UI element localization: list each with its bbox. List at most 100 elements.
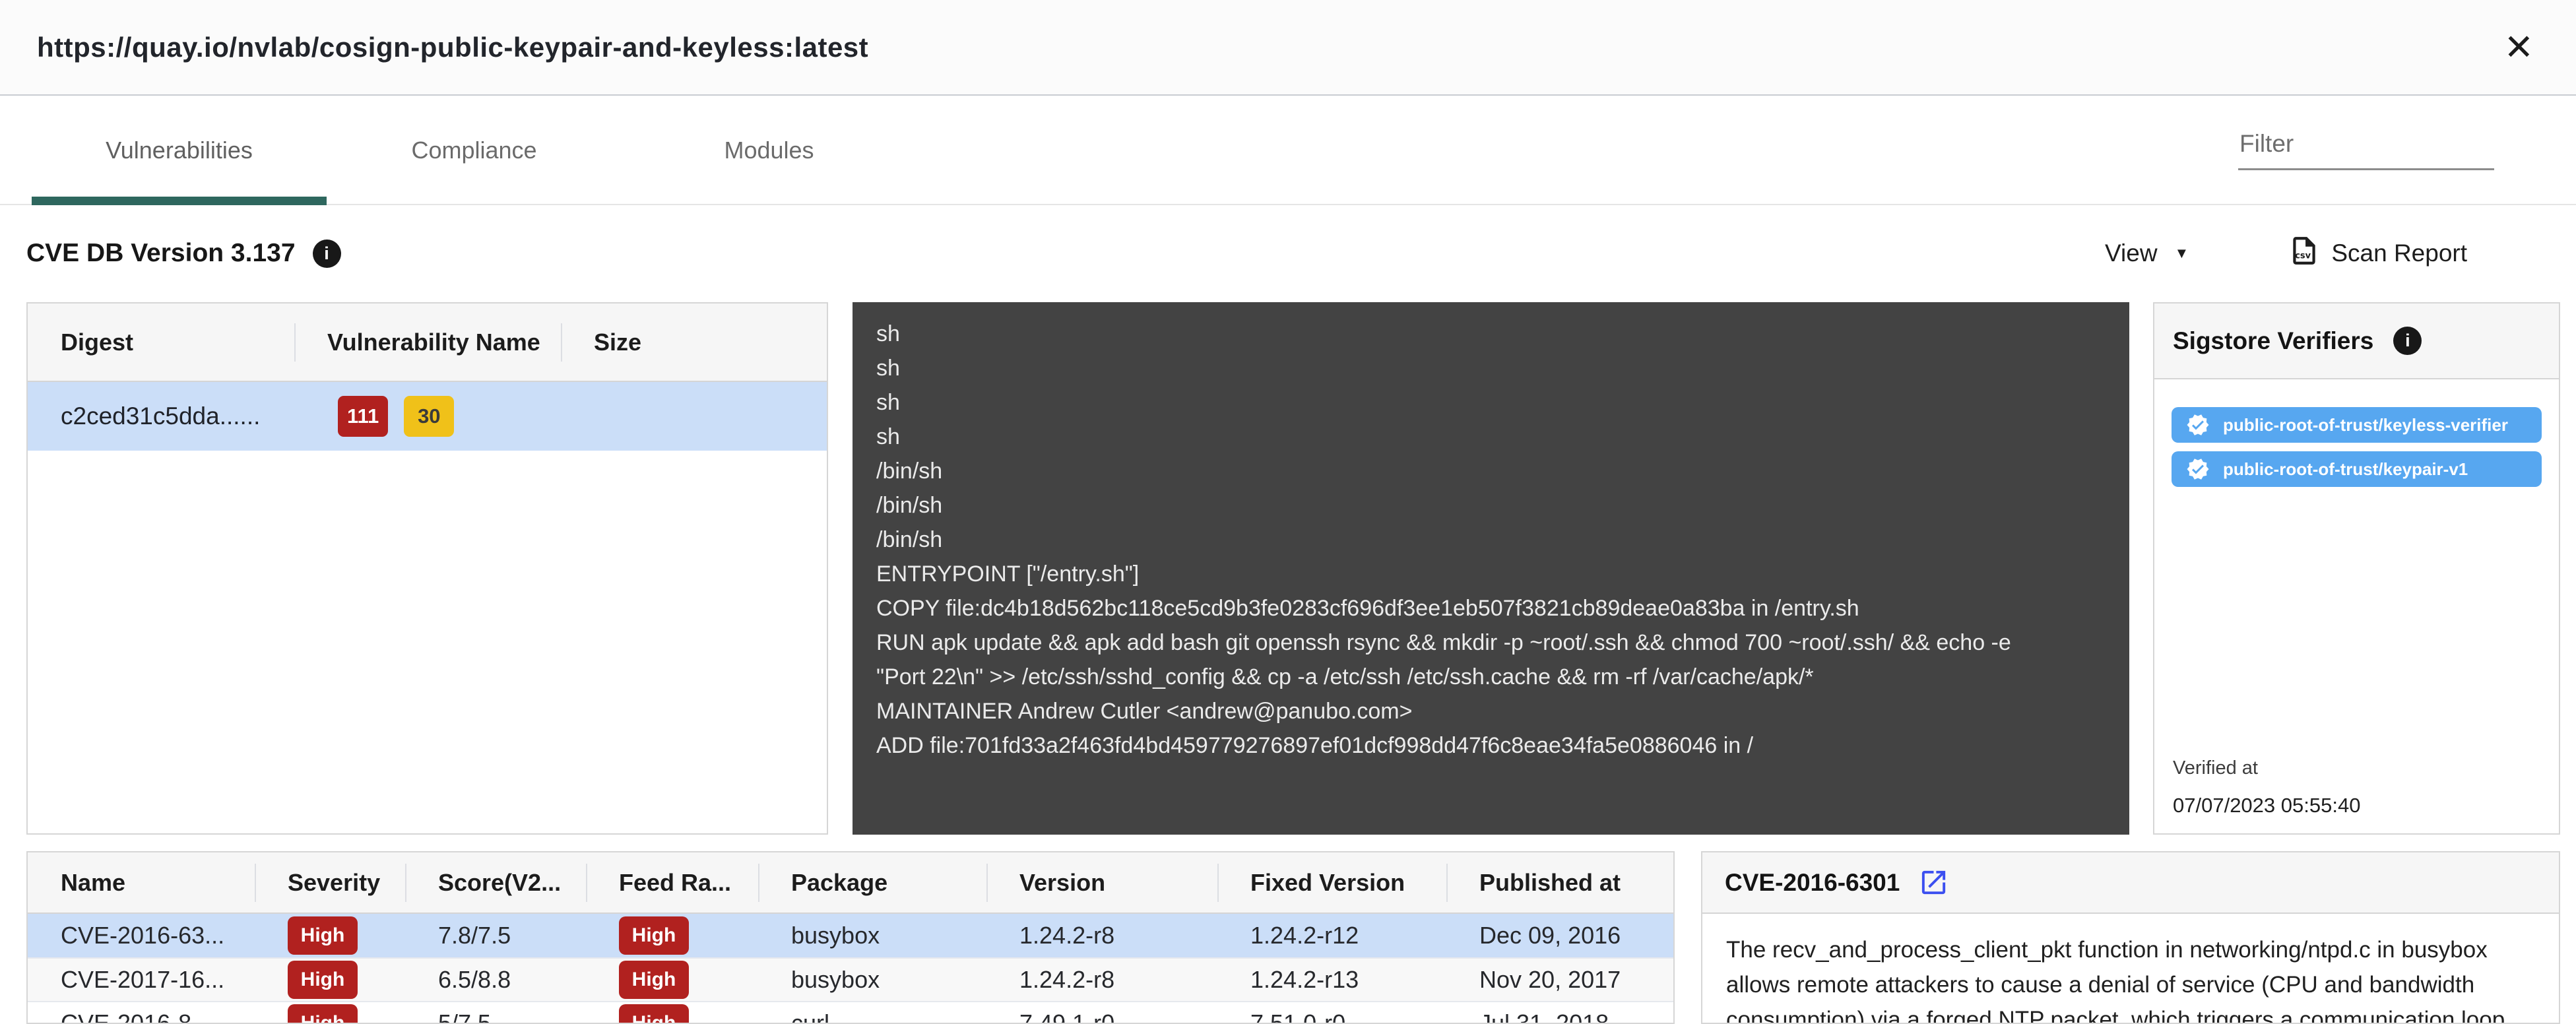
layer-history-line: ENTRYPOINT ["/entry.sh"] xyxy=(876,557,2106,591)
verified-at-label: Verified at xyxy=(2173,757,2360,779)
open-in-new-icon[interactable] xyxy=(1918,867,1949,898)
verifier-badge: public-root-of-trust/keypair-v1 xyxy=(2172,451,2542,487)
cve-db-version-label: CVE DB Version 3.137 xyxy=(26,239,296,268)
column-header-name: Name xyxy=(28,863,255,903)
digest-table-header: Digest Vulnerability Name Size xyxy=(28,304,827,382)
verifier-name: public-root-of-trust/keypair-v1 xyxy=(2223,459,2468,480)
tab-vulnerabilities[interactable]: Vulnerabilities xyxy=(32,97,327,204)
tab-modules[interactable]: Modules xyxy=(622,97,917,204)
vulnerability-table: Name Severity Score(V2... Feed Ra... Pac… xyxy=(26,851,1675,1024)
svg-text:csv: csv xyxy=(2296,251,2311,261)
severity-badge: High xyxy=(288,916,358,955)
layer-history-line: sh xyxy=(876,317,2106,351)
cve-id: CVE-2016-6301 xyxy=(1725,869,1900,897)
cve-detail-panel: CVE-2016-6301 The recv_and_process_clien… xyxy=(1701,851,2560,1024)
view-dropdown-label: View xyxy=(2105,240,2158,267)
chevron-down-icon: ▼ xyxy=(2175,245,2189,262)
filter-input[interactable] xyxy=(2238,126,2494,170)
active-tab-indicator xyxy=(32,197,327,205)
layer-history-line: sh xyxy=(876,420,2106,454)
column-header-score: Score(V2... xyxy=(405,863,586,903)
fixed-version-value: 1.24.2-r13 xyxy=(1217,966,1446,994)
verified-at-block: Verified at 07/07/2023 05:55:40 xyxy=(2173,757,2360,817)
badge-check-icon xyxy=(2186,413,2210,437)
feed-rating-badge: High xyxy=(619,1004,689,1024)
column-header-vulnerability-name: Vulnerability Name xyxy=(294,323,561,362)
feed-rating-badge: High xyxy=(619,961,689,999)
column-header-size: Size xyxy=(561,323,827,362)
published-at-value: Dec 09, 2016 xyxy=(1446,922,1673,949)
sigstore-verifiers-panel: Sigstore Verifiers i public-root-of-trus… xyxy=(2153,302,2560,835)
version-value: 1.24.2-r8 xyxy=(986,922,1217,949)
layer-history-line: /bin/sh xyxy=(876,454,2106,488)
package-value: busybox xyxy=(758,922,986,949)
layer-history-line: ADD file:701fd33a2f463fd4bd459779276897e… xyxy=(876,728,2106,763)
toolbar: CVE DB Version 3.137 i View ▼ csv Scan R… xyxy=(0,207,2576,300)
column-header-package: Package xyxy=(758,863,986,903)
published-at-value: Nov 20, 2017 xyxy=(1446,966,1673,994)
cve-name: CVE-2016-8... xyxy=(28,1009,255,1024)
fixed-version-value: 1.24.2-r12 xyxy=(1217,922,1446,949)
column-header-version: Version xyxy=(986,863,1217,903)
layer-history-line: "Port 22\n" >> /etc/ssh/sshd_config && c… xyxy=(876,660,2106,694)
table-row[interactable]: CVE-2017-16... High 6.5/8.8 High busybox… xyxy=(28,957,1673,1001)
scan-report-label: Scan Report xyxy=(2331,240,2467,267)
layer-history-line: sh xyxy=(876,351,2106,385)
sigstore-panel-body: public-root-of-trust/keyless-verifier pu… xyxy=(2154,379,2559,835)
version-value: 7.49.1-r0 xyxy=(986,1009,1217,1024)
info-icon[interactable]: i xyxy=(2393,327,2422,355)
column-header-feed-rating: Feed Ra... xyxy=(586,863,758,903)
close-icon[interactable]: ✕ xyxy=(2504,30,2534,65)
score-value: 6.5/8.8 xyxy=(405,966,586,994)
medium-vuln-count-badge: 30 xyxy=(404,396,454,437)
digest-table: Digest Vulnerability Name Size c2ced31c5… xyxy=(26,302,828,835)
layer-history-line: sh xyxy=(876,385,2106,420)
severity-badge: High xyxy=(288,1004,358,1024)
csv-file-icon: csv xyxy=(2288,234,2321,273)
published-at-value: Jul 31, 2018 xyxy=(1446,1009,1673,1024)
tab-bar: Vulnerabilities Compliance Modules xyxy=(0,97,2576,205)
layer-history-line: /bin/sh xyxy=(876,488,2106,523)
version-value: 1.24.2-r8 xyxy=(986,966,1217,994)
severity-badge: High xyxy=(288,961,358,999)
layer-history-panel: sh sh sh sh /bin/sh /bin/sh /bin/sh ENTR… xyxy=(853,302,2129,835)
layer-history-line: COPY file:dc4b18d562bc118ce5cd9b3fe0283c… xyxy=(876,591,2106,625)
tab-compliance[interactable]: Compliance xyxy=(327,97,622,204)
layer-history-line: MAINTAINER Andrew Cutler <andrew@panubo.… xyxy=(876,694,2106,728)
cve-description: The recv_and_process_client_pkt function… xyxy=(1702,914,2559,1024)
vulnerability-table-header: Name Severity Score(V2... Feed Ra... Pac… xyxy=(28,852,1673,914)
high-vuln-count-badge: 111 xyxy=(338,396,388,437)
cve-db-version: CVE DB Version 3.137 i xyxy=(26,239,341,268)
column-header-fixed-version: Fixed Version xyxy=(1217,863,1446,903)
cve-name: CVE-2016-63... xyxy=(28,922,255,949)
score-value: 5/7.5 xyxy=(405,1009,586,1024)
badge-check-icon xyxy=(2186,457,2210,481)
layer-history-line: /bin/sh xyxy=(876,523,2106,557)
info-icon[interactable]: i xyxy=(313,240,341,268)
sigstore-panel-header: Sigstore Verifiers i xyxy=(2154,304,2559,379)
dialog-header: https://quay.io/nvlab/cosign-public-keyp… xyxy=(0,0,2576,96)
digest-table-row[interactable]: c2ced31c5dda...... 111 30 xyxy=(28,382,827,451)
filter-field-wrap xyxy=(2238,126,2494,170)
verifier-name: public-root-of-trust/keyless-verifier xyxy=(2223,415,2508,435)
scan-dialog: https://quay.io/nvlab/cosign-public-keyp… xyxy=(0,0,2576,1024)
column-header-published-at: Published at xyxy=(1446,863,1673,903)
column-header-severity: Severity xyxy=(255,863,405,903)
fixed-version-value: 7.51.0-r0 xyxy=(1217,1009,1446,1024)
table-row[interactable]: CVE-2016-8... High 5/7.5 High curl 7.49.… xyxy=(28,1001,1673,1024)
table-row[interactable]: CVE-2016-63... High 7.8/7.5 High busybox… xyxy=(28,914,1673,957)
view-dropdown[interactable]: View ▼ xyxy=(2105,240,2189,267)
cve-name: CVE-2017-16... xyxy=(28,966,255,994)
scan-report-button[interactable]: csv Scan Report xyxy=(2288,234,2467,273)
package-value: busybox xyxy=(758,966,986,994)
package-value: curl xyxy=(758,1009,986,1024)
feed-rating-badge: High xyxy=(619,916,689,955)
digest-value: c2ced31c5dda...... xyxy=(28,402,294,430)
cve-detail-header: CVE-2016-6301 xyxy=(1702,852,2559,914)
sigstore-title: Sigstore Verifiers xyxy=(2173,327,2373,355)
verifier-badge: public-root-of-trust/keyless-verifier xyxy=(2172,407,2542,443)
layer-history-line: RUN apk update && apk add bash git opens… xyxy=(876,625,2106,660)
column-header-digest: Digest xyxy=(28,323,294,362)
score-value: 7.8/7.5 xyxy=(405,922,586,949)
verified-at-timestamp: 07/07/2023 05:55:40 xyxy=(2173,794,2360,817)
